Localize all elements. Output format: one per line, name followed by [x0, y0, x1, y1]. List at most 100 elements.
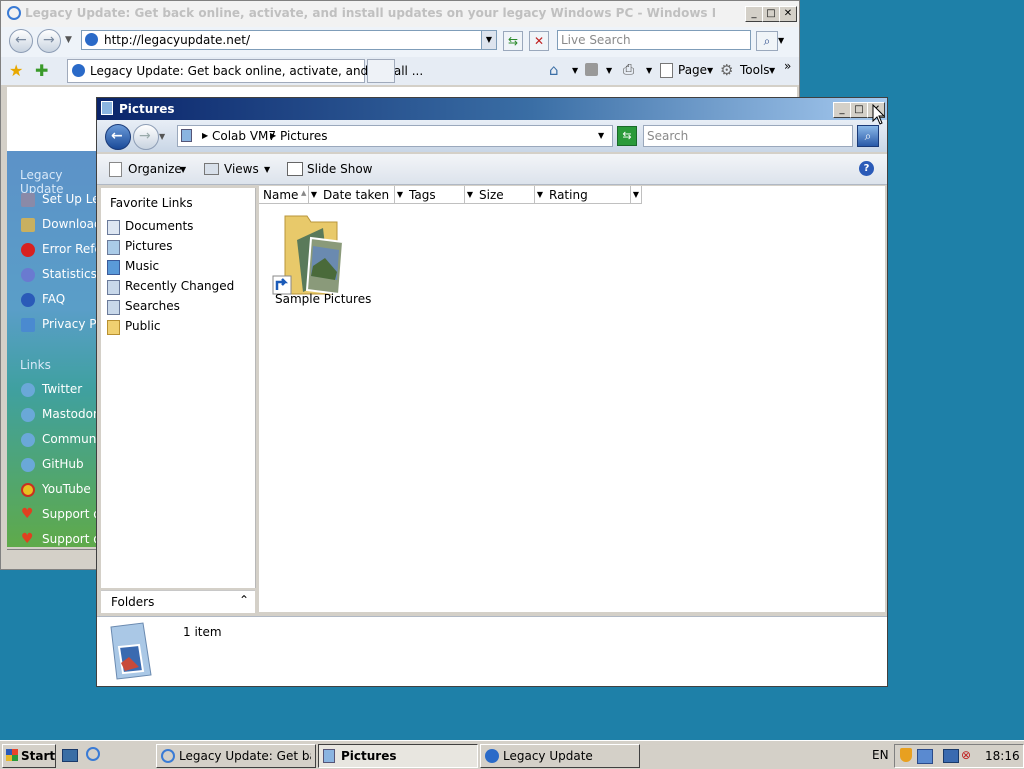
feeds-icon[interactable]	[585, 63, 598, 76]
explorer-search-icon[interactable]: ⌕	[857, 125, 879, 147]
add-favorite-icon[interactable]: ✚	[35, 61, 48, 80]
breadcrumb[interactable]: ▶ Colab VM7 ▶ Pictures ▼	[177, 125, 613, 147]
nav-recently-changed[interactable]: Recently Changed	[125, 279, 234, 293]
column-tags[interactable]: Tags ▼	[405, 186, 476, 204]
home-icon[interactable]: ⌂	[549, 61, 559, 79]
address-dropdown-icon[interactable]: ▼	[481, 31, 496, 49]
ie-address-bar[interactable]: http://legacyupdate.net/ ▼	[81, 30, 497, 50]
network-icon[interactable]	[917, 749, 933, 764]
ie-search-box[interactable]: Live Search	[557, 30, 751, 50]
explorer-titlebar[interactable]: Pictures _ □ ✕	[97, 98, 887, 120]
display-icon[interactable]	[943, 749, 959, 763]
explorer-maximize-button[interactable]: □	[850, 102, 868, 118]
start-button[interactable]: Start	[2, 744, 56, 768]
link-youtube[interactable]: YouTube	[42, 482, 91, 496]
language-indicator[interactable]: EN	[872, 748, 889, 762]
link-community[interactable]: Communit	[42, 432, 104, 446]
column-rating[interactable]: Rating ▼	[545, 186, 642, 204]
explorer-back-button[interactable]: ←	[105, 124, 131, 150]
ie-forward-button[interactable]: →	[37, 29, 61, 53]
show-desktop-icon[interactable]	[62, 749, 78, 762]
nav-pictures[interactable]: Pictures	[125, 239, 173, 253]
nav-public[interactable]: Public	[125, 319, 161, 333]
task-legacy-update[interactable]: Legacy Update	[480, 744, 640, 768]
sidebar-item-privacy[interactable]: Privacy Po	[42, 317, 103, 331]
column-name[interactable]: Name ▲ ▼	[259, 186, 320, 204]
organize-button[interactable]: Organize	[128, 162, 182, 176]
sidebar-item-statistics[interactable]: Statistics	[42, 267, 97, 281]
folders-toggle[interactable]: Folders ⌃	[101, 590, 255, 613]
sidebar-item-setup[interactable]: Set Up Le	[42, 192, 100, 206]
link-mastodon[interactable]: Mastodon	[42, 407, 101, 421]
column-tags-dropdown-icon[interactable]: ▼	[464, 186, 475, 203]
page-dropdown-icon[interactable]: ▼	[707, 66, 713, 75]
new-tab-button[interactable]	[367, 59, 395, 83]
volume-muted-icon[interactable]: ⊗	[961, 748, 971, 762]
sort-ascending-icon: ▲	[301, 189, 307, 197]
print-dropdown-icon[interactable]: ▼	[646, 66, 652, 75]
explorer-forward-button[interactable]: →	[133, 124, 159, 150]
link-support-1[interactable]: Support o	[42, 507, 101, 521]
ie-history-dropdown-icon[interactable]: ▼	[65, 35, 72, 45]
chevron-more-icon[interactable]: »	[784, 59, 791, 73]
breadcrumb-chevron-icon[interactable]: ▶	[202, 131, 208, 140]
favorites-star-icon[interactable]: ★	[9, 61, 23, 80]
nav-searches[interactable]: Searches	[125, 299, 180, 313]
ie-tab[interactable]: Legacy Update: Get back online, activate…	[67, 59, 423, 83]
recent-pages-dropdown-icon[interactable]: ▼	[159, 132, 165, 141]
ie-search-options-icon[interactable]: ▼	[778, 36, 784, 45]
tools-gear-icon[interactable]: ⚙	[720, 61, 733, 79]
ie-stop-icon[interactable]: ✕	[529, 31, 549, 51]
column-date-taken[interactable]: Date taken ▼	[319, 186, 406, 204]
ie-search-go-icon[interactable]: ⌕	[756, 31, 778, 51]
file-item[interactable]: Sample Pictures	[267, 210, 371, 310]
feeds-dropdown-icon[interactable]: ▼	[606, 66, 612, 75]
task-pictures[interactable]: Pictures	[318, 744, 478, 768]
slideshow-button[interactable]: Slide Show	[307, 162, 372, 176]
breadcrumb-chevron-icon[interactable]: ▶	[270, 131, 276, 140]
explorer-search-box[interactable]: Search	[643, 125, 853, 147]
organize-dropdown-icon[interactable]: ▼	[180, 165, 186, 174]
explorer-minimize-button[interactable]: _	[833, 102, 851, 118]
column-date-taken-label: Date taken	[323, 188, 390, 202]
views-dropdown-icon[interactable]: ▼	[264, 165, 270, 174]
clock[interactable]: 18:16	[985, 749, 1020, 763]
tools-dropdown-icon[interactable]: ▼	[769, 66, 775, 75]
sidebar-item-faq[interactable]: FAQ	[42, 292, 65, 306]
ie-maximize-button[interactable]: □	[762, 6, 780, 22]
link-support-2[interactable]: Support o	[42, 532, 101, 546]
privacy-icon	[21, 318, 35, 332]
page-menu-icon[interactable]	[660, 63, 673, 78]
ie-minimize-button[interactable]: _	[745, 6, 763, 22]
link-twitter[interactable]: Twitter	[42, 382, 82, 396]
ie-close-button[interactable]: ✕	[779, 6, 797, 22]
home-dropdown-icon[interactable]: ▼	[572, 66, 578, 75]
page-menu-label[interactable]: Page	[678, 63, 707, 77]
column-size[interactable]: Size ▼	[475, 186, 546, 204]
nav-documents[interactable]: Documents	[125, 219, 193, 233]
sidebar-item-error-reference[interactable]: Error Refe	[42, 242, 102, 256]
column-rating-dropdown-icon[interactable]: ▼	[630, 186, 641, 203]
security-warning-icon[interactable]	[900, 748, 912, 762]
print-icon[interactable]: ⎙	[623, 62, 634, 78]
chevron-up-icon[interactable]: ⌃	[239, 593, 249, 607]
breadcrumb-computer[interactable]: Colab VM7	[212, 129, 276, 143]
ie-titlebar[interactable]: Legacy Update: Get back online, activate…	[1, 1, 799, 27]
tools-menu-label[interactable]: Tools	[740, 63, 770, 77]
breadcrumb-pictures[interactable]: Pictures	[280, 129, 328, 143]
breadcrumb-history-dropdown-icon[interactable]: ▼	[598, 131, 604, 140]
sidebar-item-download[interactable]: Download	[42, 217, 102, 231]
link-github[interactable]: GitHub	[42, 457, 84, 471]
ie-back-button[interactable]: ←	[9, 29, 33, 53]
ie-quicklaunch-icon[interactable]	[86, 747, 100, 761]
column-size-dropdown-icon[interactable]: ▼	[534, 186, 545, 203]
help-icon[interactable]: ?	[859, 161, 874, 176]
explorer-refresh-icon[interactable]: ⇆	[617, 126, 637, 146]
folders-label: Folders	[111, 595, 155, 609]
task-ie-legacy-update[interactable]: Legacy Update: Get bac...	[156, 744, 316, 768]
ie-refresh-icon[interactable]: ⇆	[503, 31, 523, 51]
nav-music[interactable]: Music	[125, 259, 159, 273]
views-button[interactable]: Views	[224, 162, 259, 176]
column-date-taken-dropdown-icon[interactable]: ▼	[394, 186, 405, 203]
column-name-dropdown-icon[interactable]: ▼	[308, 186, 319, 203]
